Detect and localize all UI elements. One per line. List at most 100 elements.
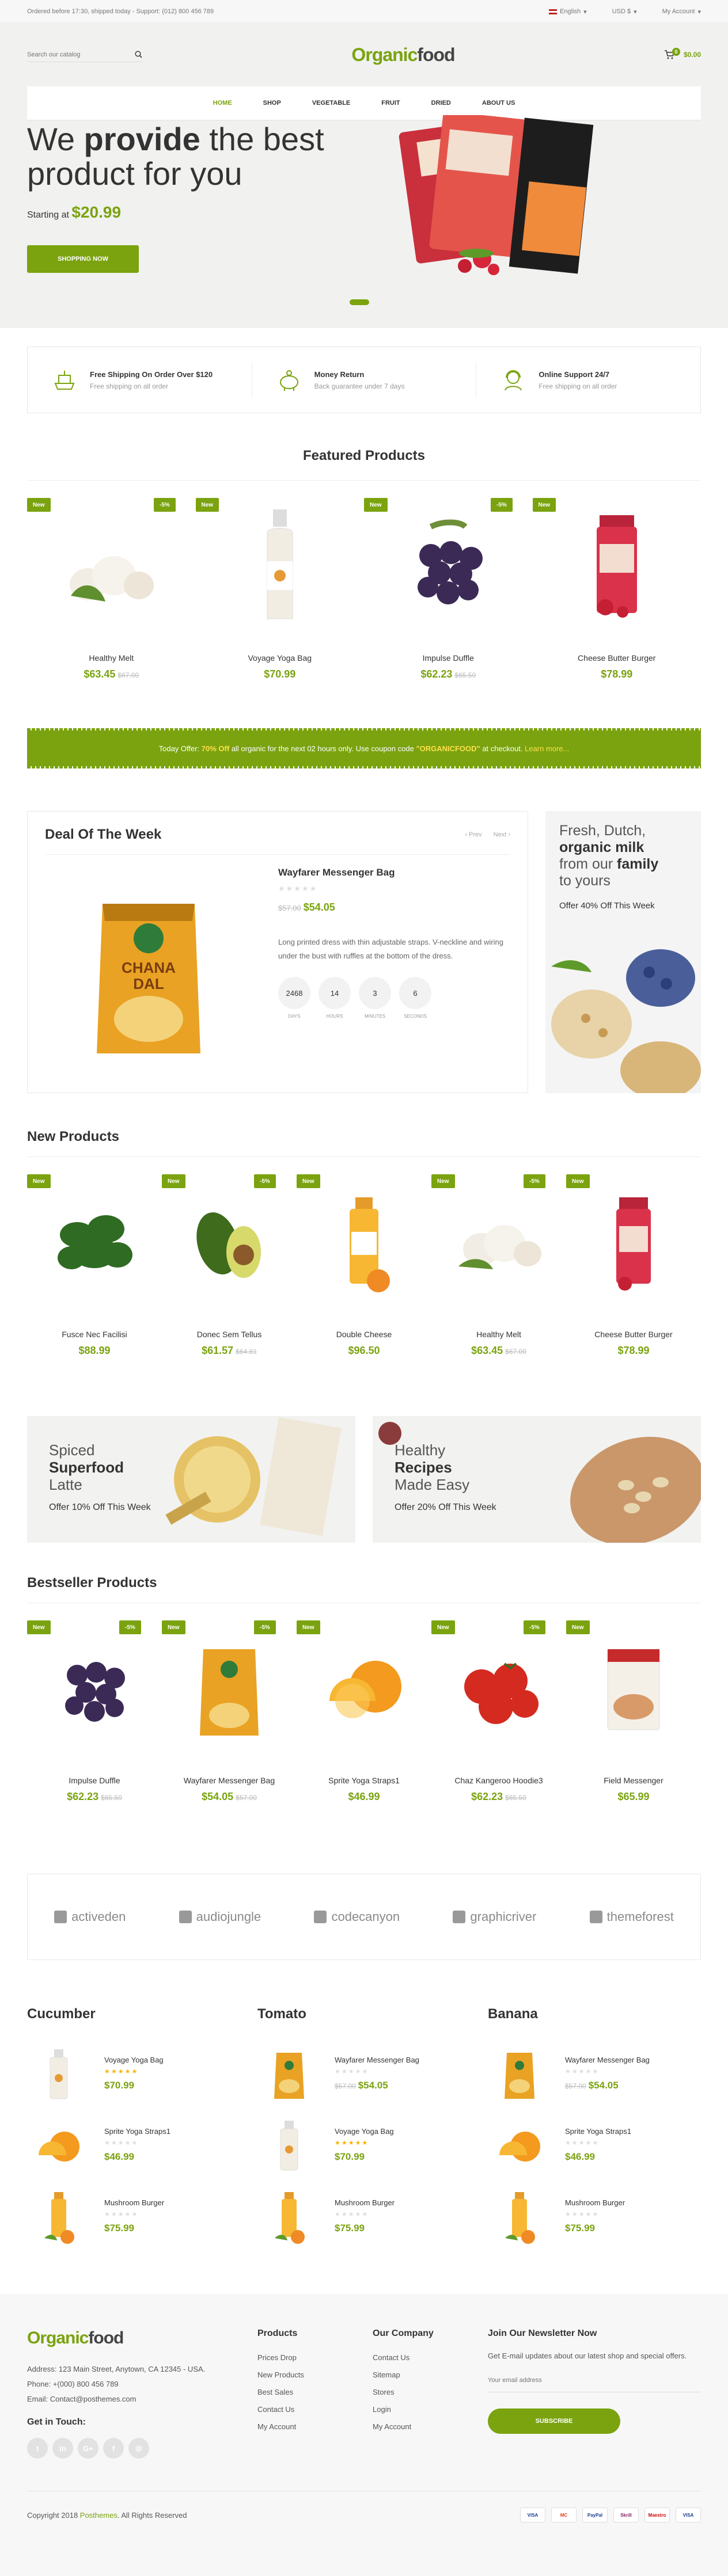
product-card[interactable]: New -5% Donec Sem Tellus $61.57 $64.81	[162, 1174, 297, 1387]
product-card[interactable]: New -5% Chaz Kangeroo Hoodie3 $62.23 $65.…	[431, 1620, 566, 1833]
product-image[interactable]	[364, 498, 533, 636]
account-menu[interactable]: My Account ▾	[662, 8, 701, 16]
product-image[interactable]	[162, 1620, 297, 1759]
list-item[interactable]: Mushroom Burger ★★★★★ $75.99	[257, 2177, 471, 2248]
product-card[interactable]: New Voyage Yoga Bag $70.99	[195, 498, 365, 711]
nav-about-us[interactable]: About Us	[482, 100, 515, 106]
brand-activeden[interactable]: activeden	[54, 1909, 126, 1924]
google-plus-icon[interactable]: G+	[78, 2438, 98, 2459]
product-name[interactable]: Wayfarer Messenger Bag	[162, 1776, 297, 1785]
facebook-icon[interactable]: f	[103, 2438, 124, 2459]
product-name[interactable]: Donec Sem Tellus	[162, 1330, 297, 1339]
product-image[interactable]	[27, 498, 196, 636]
product-image[interactable]	[196, 498, 365, 636]
list-item[interactable]: Sprite Yoga Straps1 ★★★★★ $46.99	[488, 2105, 701, 2177]
list-item[interactable]: Sprite Yoga Straps1 ★★★★★ $46.99	[27, 2105, 240, 2177]
product-name[interactable]: Double Cheese	[297, 1330, 431, 1339]
list-item[interactable]: Wayfarer Messenger Bag ★★★★★ $57.00 $54.05	[488, 2034, 701, 2105]
linkedin-icon[interactable]: in	[52, 2438, 73, 2459]
product-name[interactable]: Healthy Melt	[27, 653, 196, 663]
footer-link[interactable]: My Account	[373, 2418, 488, 2436]
nav-dried[interactable]: Dried	[431, 100, 451, 106]
product-card[interactable]: New -5% Impulse Duffle $62.23 $65.50	[364, 498, 533, 711]
deal-next-button[interactable]: Next ›	[494, 831, 510, 838]
deal-product-name[interactable]: Wayfarer Messenger Bag	[278, 867, 509, 878]
twitter-icon[interactable]: t	[27, 2438, 48, 2459]
product-card[interactable]: New Cheese Butter Burger $78.99	[532, 498, 702, 711]
product-thumb[interactable]	[257, 2046, 321, 2104]
product-thumb[interactable]	[27, 2189, 90, 2247]
shop-now-button[interactable]: Shopping Now	[27, 245, 139, 273]
banner-superfood[interactable]: Spiced Superfood Latte Offer 10% Off This …	[27, 1416, 355, 1543]
brand-codecanyon[interactable]: codecanyon	[314, 1909, 400, 1924]
product-card[interactable]: New -5% Healthy Melt $63.45 $67.00	[431, 1174, 566, 1387]
footer-link[interactable]: Contact Us	[257, 2401, 373, 2418]
product-thumb[interactable]	[488, 2189, 551, 2247]
product-image[interactable]	[566, 1174, 701, 1312]
product-name[interactable]: Sprite Yoga Straps1	[104, 2127, 170, 2136]
cart-button[interactable]: 0 $0.00	[664, 48, 701, 59]
product-image[interactable]	[431, 1620, 566, 1759]
footer-link[interactable]: My Account	[257, 2418, 373, 2436]
side-promo-banner[interactable]: Fresh, Dutch, organic milk from our family…	[545, 811, 701, 1093]
footer-logo[interactable]: Organicfood	[27, 2328, 257, 2348]
product-card[interactable]: New Double Cheese $96.50	[297, 1174, 431, 1387]
product-name[interactable]: Chaz Kangeroo Hoodie3	[431, 1776, 566, 1785]
product-name[interactable]: Voyage Yoga Bag	[335, 2127, 394, 2136]
deal-product-image[interactable]: CHANA DAL	[85, 886, 212, 1059]
brand-themeforest[interactable]: themeforest	[589, 1909, 674, 1924]
footer-link[interactable]: Login	[373, 2401, 488, 2418]
product-name[interactable]: Mushroom Burger	[104, 2198, 164, 2207]
list-item[interactable]: Mushroom Burger ★★★★★ $75.99	[488, 2177, 701, 2248]
product-card[interactable]: New Sprite Yoga Straps1 $46.99	[297, 1620, 431, 1833]
product-name[interactable]: Sprite Yoga Straps1	[565, 2127, 631, 2136]
product-name[interactable]: Wayfarer Messenger Bag	[565, 2056, 650, 2064]
banner-recipes[interactable]: Healthy Recipes Made Easy Offer 20% Off Th…	[373, 1416, 701, 1543]
brand-graphicriver[interactable]: graphicriver	[453, 1909, 536, 1924]
product-name[interactable]: Impulse Duffle	[364, 653, 533, 663]
product-name[interactable]: Fusce Nec Facilisi	[27, 1330, 162, 1339]
nav-fruit[interactable]: Fruit	[381, 100, 400, 106]
product-card[interactable]: New -5% Impulse Duffle $62.23 $65.50	[27, 1620, 162, 1833]
newsletter-email-input[interactable]	[488, 2369, 701, 2392]
deal-prev-button[interactable]: ‹ Prev	[465, 831, 481, 838]
product-image[interactable]	[431, 1174, 566, 1312]
product-name[interactable]: Healthy Melt	[431, 1330, 566, 1339]
product-name[interactable]: Mushroom Burger	[335, 2198, 395, 2207]
list-item[interactable]: Mushroom Burger ★★★★★ $75.99	[27, 2177, 240, 2248]
nav-shop[interactable]: Shop	[263, 100, 281, 106]
product-name[interactable]: Mushroom Burger	[565, 2198, 625, 2207]
product-image[interactable]	[533, 498, 702, 636]
product-thumb[interactable]	[257, 2118, 321, 2175]
footer-link[interactable]: Contact Us	[373, 2349, 488, 2366]
footer-link[interactable]: Prices Drop	[257, 2349, 373, 2366]
product-card[interactable]: New Fusce Nec Facilisi $88.99	[27, 1174, 162, 1387]
list-item[interactable]: Voyage Yoga Bag ★★★★★ $70.99	[27, 2034, 240, 2105]
site-logo[interactable]: Organicfood	[351, 44, 455, 66]
list-item[interactable]: Wayfarer Messenger Bag ★★★★★ $57.00 $54.05	[257, 2034, 471, 2105]
product-image[interactable]	[162, 1174, 297, 1312]
search-icon[interactable]	[135, 51, 142, 58]
instagram-icon[interactable]: ◎	[128, 2438, 149, 2459]
brand-audiojungle[interactable]: audiojungle	[179, 1909, 261, 1924]
product-card[interactable]: New -5% Healthy Melt $63.45 $67.00	[27, 498, 196, 711]
product-name[interactable]: Cheese Butter Burger	[566, 1330, 701, 1339]
product-thumb[interactable]	[488, 2046, 551, 2104]
product-card[interactable]: New Cheese Butter Burger $78.99	[566, 1174, 701, 1387]
list-item[interactable]: Voyage Yoga Bag ★★★★★ $70.99	[257, 2105, 471, 2177]
product-thumb[interactable]	[488, 2118, 551, 2175]
product-thumb[interactable]	[257, 2189, 321, 2247]
product-image[interactable]	[297, 1620, 431, 1759]
product-name[interactable]: Sprite Yoga Straps1	[297, 1776, 431, 1785]
product-name[interactable]: Field Messenger	[566, 1776, 701, 1785]
slider-pagination[interactable]	[350, 299, 369, 305]
product-name[interactable]: Voyage Yoga Bag	[104, 2056, 164, 2064]
search-input[interactable]	[27, 51, 119, 58]
product-image[interactable]	[297, 1174, 431, 1312]
posthemes-link[interactable]: Posthemes	[80, 2511, 117, 2520]
language-selector[interactable]: English ▾	[549, 8, 587, 16]
product-card[interactable]: New -5% Wayfarer Messenger Bag $54.05 $57…	[162, 1620, 297, 1833]
nav-vegetable[interactable]: Vegetable	[312, 100, 350, 106]
product-image[interactable]	[27, 1174, 162, 1312]
currency-selector[interactable]: USD $ ▾	[612, 8, 637, 16]
